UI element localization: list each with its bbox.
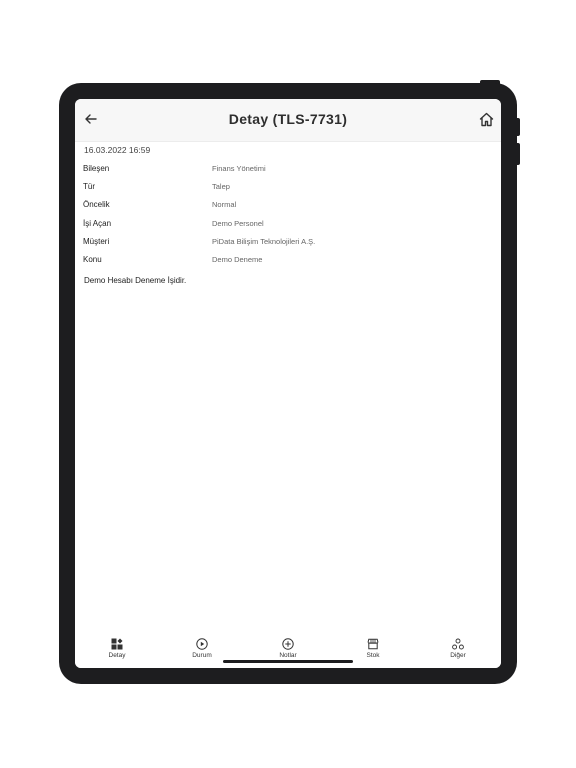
detail-row-subject: Konu Demo Deneme [75,255,501,269]
row-label: Bileşen [83,164,110,173]
tab-label: Diğer [450,652,466,659]
detail-row-priority: Öncelik Normal [75,200,501,214]
row-value: Finans Yönetimi [212,164,266,173]
page-title: Detay (TLS-7731) [228,111,348,127]
task-description: Demo Hesabı Deneme İşidir. [84,276,187,285]
detail-row-type: Tür Talep [75,182,501,196]
tab-label: Durum [192,652,212,659]
row-label: Konu [83,255,102,264]
row-value: PiData Bilişim Teknolojileri A.Ş. [212,237,316,246]
dots-icon [452,638,464,650]
nav-header: Detay (TLS-7731) [75,99,501,142]
row-value: Talep [212,182,230,191]
row-value: Normal [212,200,237,209]
plus-circle-icon [282,638,294,650]
store-icon [367,638,379,650]
detail-row-customer: Müşteri PiData Bilişim Teknolojileri A.Ş… [75,237,501,251]
tab-label: Stok [366,652,380,659]
detail-row-component: Bileşen Finans Yönetimi [75,164,501,178]
detail-row-opened-by: İşi Açan Demo Personel [75,219,501,233]
tab-label: Notlar [279,652,297,659]
back-arrow-icon[interactable] [83,111,99,127]
tab-detail[interactable]: Detay [87,638,147,666]
grid-icon [111,638,123,650]
row-label: Tür [83,182,95,191]
row-label: İşi Açan [83,219,112,228]
row-label: Müşteri [83,237,110,246]
created-date: 16.03.2022 16:59 [84,145,151,155]
home-icon[interactable] [478,111,495,128]
row-value: Demo Personel [212,219,264,228]
tab-label: Detay [108,652,126,659]
play-circle-icon [196,638,208,650]
row-value: Demo Deneme [212,255,263,264]
app-screen: Detay (TLS-7731) 16.03.2022 16:59 Bileşe… [75,99,501,668]
home-indicator[interactable] [223,660,353,663]
row-label: Öncelik [83,200,110,209]
tab-other[interactable]: Diğer [428,638,488,666]
